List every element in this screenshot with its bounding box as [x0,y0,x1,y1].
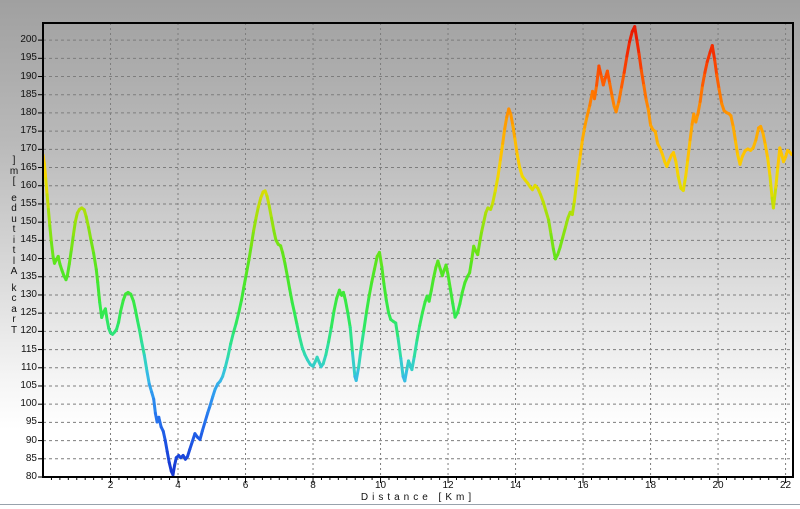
y-tick-label: 90 [0,436,37,446]
window-bottom-separator-highlight [0,505,800,506]
track-elevation-line [43,27,792,475]
x-tick-label: 12 [442,481,453,491]
y-tick-label: 95 [0,417,37,427]
y-tick-label: 200 [0,35,37,45]
y-axis-title: ]m[ edutitlA kcarT [7,156,21,336]
x-tick-label: 18 [645,481,656,491]
y-tick-label: 105 [0,381,37,391]
y-tick-label: 185 [0,90,37,100]
y-tick-label: 115 [0,345,37,355]
x-tick-label: 6 [243,481,249,491]
y-tick-label: 170 [0,144,37,154]
y-tick-label: 110 [0,363,37,373]
y-tick-label: 175 [0,126,37,136]
x-tick-label: 22 [780,481,791,491]
x-tick-label: 4 [175,481,181,491]
y-tick-label: 100 [0,399,37,409]
x-axis-title: Distance [Km] [43,492,793,503]
y-tick-label: 85 [0,454,37,464]
y-tick-label: 190 [0,72,37,82]
x-tick-label: 8 [310,481,316,491]
y-tick-label: 180 [0,108,37,118]
x-tick-label: 16 [577,481,588,491]
elevation-plot [0,0,800,509]
x-tick-label: 2 [108,481,114,491]
y-tick-label: 80 [0,472,37,482]
x-tick-label: 20 [713,481,724,491]
x-tick-label: 10 [375,481,386,491]
x-tick-label: 14 [510,481,521,491]
y-tick-label: 195 [0,53,37,63]
elevation-profile-window: 8085909510010511011512012513013514014515… [0,0,800,509]
